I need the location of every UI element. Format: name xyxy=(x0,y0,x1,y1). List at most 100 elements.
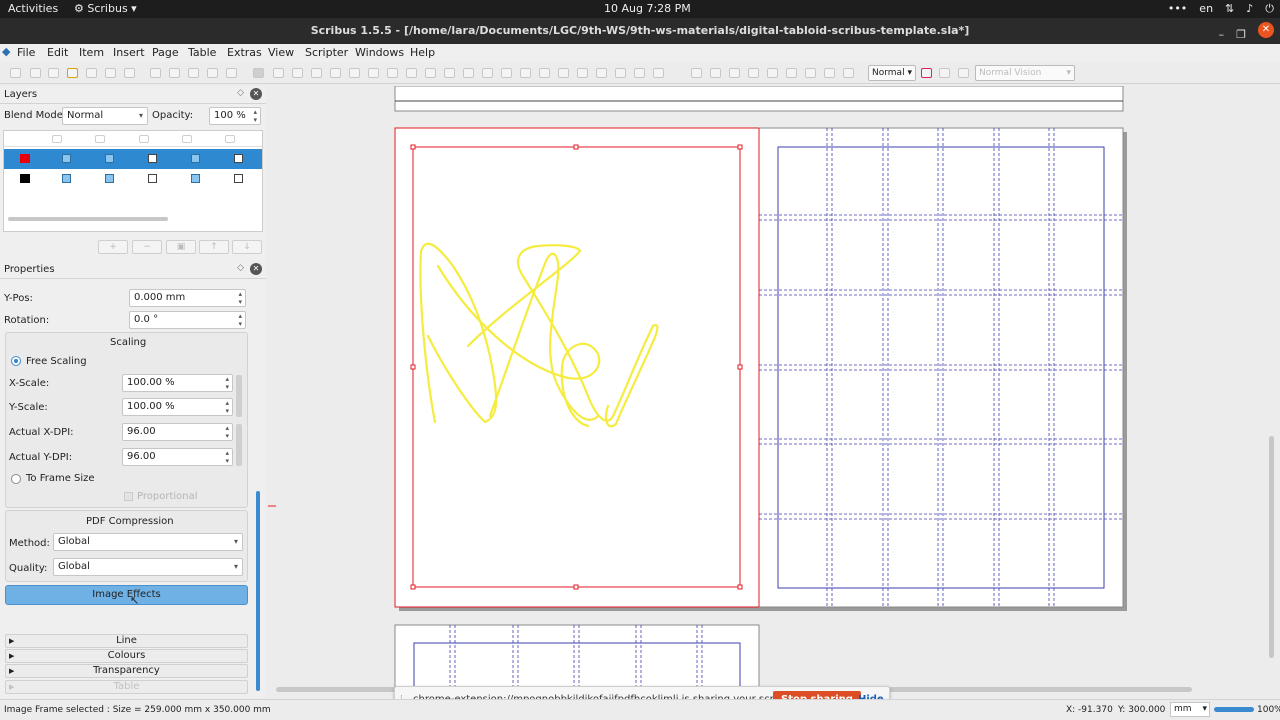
section-line[interactable]: ▶ Line xyxy=(5,634,248,648)
xdpi-input[interactable]: 96.00 ▴ ▾ xyxy=(122,423,233,441)
rotation-input[interactable]: 0.0 ° ▴ ▾ xyxy=(129,311,246,329)
undo-icon[interactable] xyxy=(150,68,161,78)
link-annotation-icon[interactable] xyxy=(805,68,816,78)
free-scaling-radio[interactable] xyxy=(11,356,21,366)
cut-icon[interactable] xyxy=(188,68,199,78)
menu-extras[interactable]: Extras xyxy=(227,46,262,59)
layer-row[interactable] xyxy=(4,149,262,169)
section-colours[interactable]: ▶ Colours xyxy=(5,649,248,663)
app-menu[interactable]: ⚙ Scribus ▾ xyxy=(74,2,137,15)
rotate-icon[interactable] xyxy=(501,68,512,78)
layer-color-swatch[interactable] xyxy=(20,174,30,183)
flow-header-icon[interactable] xyxy=(182,135,192,143)
layer-lock-checkbox[interactable] xyxy=(148,154,157,163)
pdf-checkbox-icon[interactable] xyxy=(729,68,740,78)
vertical-scrollbar[interactable] xyxy=(1269,436,1274,658)
arc-icon[interactable] xyxy=(387,68,398,78)
language-indicator[interactable]: en xyxy=(1199,2,1213,16)
dpi-link-chain-icon[interactable] xyxy=(236,424,242,466)
left-page[interactable] xyxy=(394,127,760,608)
line-icon[interactable] xyxy=(425,68,436,78)
scale-link-chain-icon[interactable] xyxy=(236,375,242,417)
copy-properties-icon[interactable] xyxy=(634,68,645,78)
layer-print-checkbox[interactable] xyxy=(105,174,114,183)
section-transparency[interactable]: ▶ Transparency xyxy=(5,664,248,678)
freehand-icon[interactable] xyxy=(463,68,474,78)
blend-mode-select[interactable]: Normal ▾ xyxy=(62,107,148,125)
zoom-icon[interactable] xyxy=(520,68,531,78)
print-header-icon[interactable] xyxy=(95,135,105,143)
link-icon[interactable] xyxy=(824,68,835,78)
close-icon[interactable]: ✕ xyxy=(1258,22,1274,38)
activities-button[interactable]: Activities xyxy=(8,2,58,15)
layer-color-swatch[interactable] xyxy=(20,154,30,163)
pdf-combo-box-icon[interactable] xyxy=(748,68,759,78)
edit-text-icon[interactable] xyxy=(558,68,569,78)
preflight-icon[interactable] xyxy=(105,68,116,78)
power-icon[interactable]: ⏻ xyxy=(1265,2,1274,16)
open-icon[interactable] xyxy=(30,68,41,78)
spin-arrows-icon[interactable]: ▴ ▾ xyxy=(238,312,242,328)
spiral-icon[interactable] xyxy=(406,68,417,78)
visible-header-icon[interactable] xyxy=(52,135,62,143)
close-panel-icon[interactable]: ✕ xyxy=(250,88,262,100)
volume-icon[interactable]: ♪ xyxy=(1246,2,1253,16)
system-tray[interactable]: ••• en ⇅ ♪ ⏻ xyxy=(1168,2,1274,16)
zoom-slider[interactable] xyxy=(1214,707,1254,712)
page-preview-icon[interactable] xyxy=(843,68,854,78)
shape-icon[interactable] xyxy=(349,68,360,78)
menu-item[interactable]: Item xyxy=(79,46,104,59)
menu-page[interactable]: Page xyxy=(152,46,179,59)
edit-contents-icon[interactable] xyxy=(539,68,550,78)
layer-outline-checkbox[interactable] xyxy=(234,154,243,163)
layer-flow-checkbox[interactable] xyxy=(191,174,200,183)
menu-insert[interactable]: Insert xyxy=(113,46,145,59)
to-frame-size-radio[interactable] xyxy=(11,474,21,484)
overflow-icon[interactable]: ••• xyxy=(1168,2,1187,16)
clock[interactable]: 10 Aug 7:28 PM xyxy=(604,2,691,15)
opacity-input[interactable]: 100 % ▴ ▾ xyxy=(209,107,261,125)
duplicate-layer-button[interactable]: ▣ xyxy=(166,240,196,254)
save-icon[interactable] xyxy=(48,68,59,78)
select-tool-icon[interactable] xyxy=(253,68,264,78)
layer-visible-checkbox[interactable] xyxy=(62,174,71,183)
menu-help[interactable]: Help xyxy=(410,46,435,59)
layer-visible-checkbox[interactable] xyxy=(62,154,71,163)
redo-icon[interactable] xyxy=(169,68,180,78)
calligraphy-icon[interactable] xyxy=(482,68,493,78)
vision-mode-select[interactable]: Normal Vision ▾ xyxy=(975,65,1075,81)
layer-lock-checkbox[interactable] xyxy=(148,174,157,183)
unlink-frames-icon[interactable] xyxy=(596,68,607,78)
layer-outline-checkbox[interactable] xyxy=(234,174,243,183)
menu-view[interactable]: View xyxy=(268,46,294,59)
text-frame-icon[interactable] xyxy=(273,68,284,78)
raise-layer-button[interactable]: ↑ xyxy=(199,240,229,254)
outline-header-icon[interactable] xyxy=(225,135,235,143)
preview-mode-select[interactable]: Normal ▾ xyxy=(868,65,916,81)
right-page[interactable] xyxy=(758,127,1124,608)
color-management-icon[interactable] xyxy=(921,68,932,78)
spin-arrows-icon[interactable]: ▴ ▾ xyxy=(225,399,229,415)
render-frame-icon[interactable] xyxy=(311,68,322,78)
edit-in-preview-icon[interactable] xyxy=(958,68,969,78)
copy-icon[interactable] xyxy=(207,68,218,78)
bezier-icon[interactable] xyxy=(444,68,455,78)
spin-arrows-icon[interactable]: ▴ ▾ xyxy=(225,449,229,465)
print-icon[interactable] xyxy=(86,68,97,78)
document-canvas[interactable] xyxy=(268,86,1280,698)
ydpi-input[interactable]: 96.00 ▴ ▾ xyxy=(122,448,233,466)
network-icon[interactable]: ⇅ xyxy=(1225,2,1234,16)
layers-scrollbar[interactable] xyxy=(8,217,168,221)
add-layer-button[interactable]: + xyxy=(98,240,128,254)
preview-eye-icon[interactable] xyxy=(939,68,950,78)
polygon-icon[interactable] xyxy=(368,68,379,78)
layer-print-checkbox[interactable] xyxy=(105,154,114,163)
float-panel-icon[interactable]: ◇ xyxy=(237,88,244,98)
link-frames-icon[interactable] xyxy=(577,68,588,78)
quality-select[interactable]: Global ▾ xyxy=(53,558,243,576)
proportional-checkbox[interactable] xyxy=(124,492,133,501)
table-icon[interactable] xyxy=(330,68,341,78)
properties-scrollbar[interactable] xyxy=(256,491,260,691)
menu-file[interactable]: File xyxy=(17,46,35,59)
menu-windows[interactable]: Windows xyxy=(355,46,404,59)
